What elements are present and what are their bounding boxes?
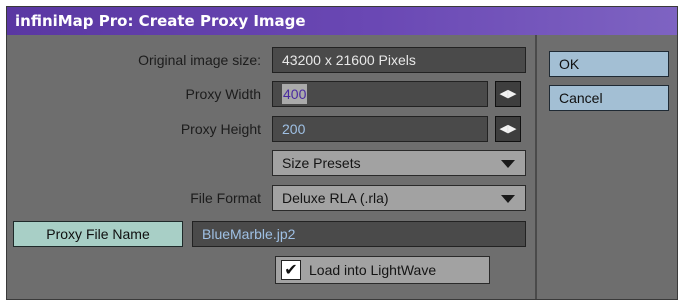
- proxy-width-value: 400: [282, 84, 308, 104]
- cancel-button[interactable]: Cancel: [549, 85, 669, 111]
- size-presets-label: Size Presets: [282, 155, 361, 171]
- dropdown-arrow-icon: [501, 160, 515, 168]
- proxy-height-label: Proxy Height: [180, 121, 261, 137]
- proxy-width-stepper[interactable]: ◀▶: [495, 81, 521, 107]
- original-size-label: Original image size:: [138, 52, 261, 68]
- load-into-lightwave-label: Load into LightWave: [309, 262, 437, 278]
- button-panel: OK Cancel: [535, 35, 677, 299]
- original-size-value: 43200 x 21600 Pixels: [272, 47, 526, 73]
- file-format-value: Deluxe RLA (.rla): [282, 190, 389, 206]
- proxy-height-stepper[interactable]: ◀▶: [495, 116, 521, 142]
- checkbox[interactable]: ✔: [281, 260, 301, 280]
- ok-button[interactable]: OK: [549, 51, 669, 77]
- window-title: infiniMap Pro: Create Proxy Image: [7, 7, 677, 35]
- proxy-width-input[interactable]: 400: [272, 81, 488, 107]
- file-format-label: File Format: [190, 190, 261, 206]
- file-format-dropdown[interactable]: Deluxe RLA (.rla): [272, 185, 526, 211]
- dropdown-arrow-icon: [501, 195, 515, 203]
- size-presets-dropdown[interactable]: Size Presets: [272, 150, 526, 176]
- create-proxy-dialog: infiniMap Pro: Create Proxy Image Origin…: [6, 6, 678, 300]
- proxy-file-name-button[interactable]: Proxy File Name: [13, 221, 183, 247]
- proxy-file-name-input[interactable]: BlueMarble.jp2: [192, 221, 526, 247]
- checkmark-icon: ✔: [284, 262, 298, 279]
- left-right-arrows-icon: ◀▶: [499, 123, 517, 135]
- left-right-arrows-icon: ◀▶: [499, 88, 517, 100]
- proxy-height-input[interactable]: 200: [272, 116, 488, 142]
- main-panel: Original image size: 43200 x 21600 Pixel…: [7, 35, 535, 299]
- proxy-width-label: Proxy Width: [185, 86, 261, 102]
- load-into-lightwave-toggle[interactable]: ✔ Load into LightWave: [275, 256, 490, 284]
